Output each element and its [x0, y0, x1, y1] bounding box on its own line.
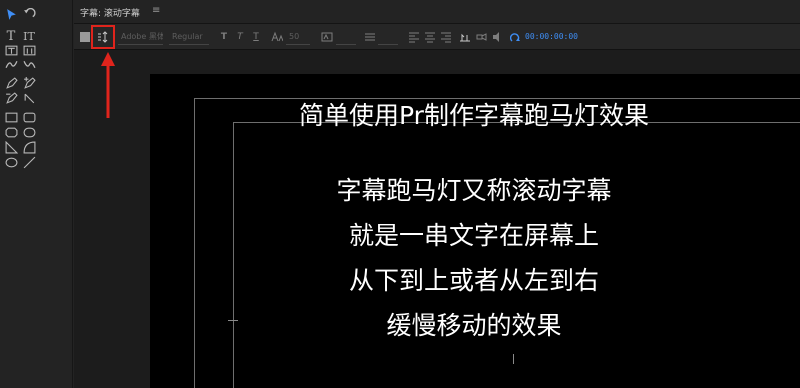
- font-size-icon: [270, 30, 284, 44]
- font-style-select[interactable]: Regular: [169, 29, 209, 45]
- arc-tool-icon[interactable]: [22, 140, 36, 154]
- vertical-type-tool-icon[interactable]: IT: [22, 29, 36, 43]
- font-size-field[interactable]: 50: [286, 29, 310, 45]
- background-timecode[interactable]: 00:00:00:00: [525, 32, 578, 41]
- font-family-select[interactable]: Adobe 黑体 Std: [118, 29, 163, 45]
- rounded-rectangle-tool-icon[interactable]: [22, 110, 36, 124]
- title-panel: 字幕: 滚动字幕 ≡ Adobe 黑体 Std Regular T T T 50: [74, 0, 800, 388]
- tab-stops-icon[interactable]: [458, 30, 472, 44]
- title-canvas: 简单使用Pr制作字幕跑马灯效果 字幕跑马灯又称滚动字幕 就是一串文字在屏幕上 从…: [74, 51, 800, 388]
- path-type-tool-icon[interactable]: [4, 57, 18, 71]
- caption-line-blank: [214, 146, 734, 161]
- bold-button[interactable]: T: [219, 30, 229, 44]
- title-properties-icon[interactable]: [80, 32, 90, 42]
- selection-tool-icon[interactable]: [4, 7, 18, 21]
- convert-anchor-tool-icon[interactable]: [22, 91, 36, 105]
- vertical-path-type-tool-icon[interactable]: [22, 57, 36, 71]
- kerning-icon[interactable]: [320, 30, 334, 44]
- kerning-field[interactable]: [336, 29, 356, 45]
- type-tool-icon[interactable]: T: [4, 29, 18, 44]
- rotation-tool-icon[interactable]: [22, 7, 36, 21]
- caption-line-3: 从下到上或者从左到右: [348, 266, 599, 295]
- italic-button[interactable]: T: [235, 30, 245, 44]
- title-toolbar: Adobe 黑体 Std Regular T T T 50: [74, 24, 800, 50]
- annotation-arrow-icon: [101, 52, 115, 118]
- show-background-video-icon[interactable]: [476, 30, 488, 44]
- area-type-tool-icon[interactable]: [4, 43, 18, 57]
- clipped-rectangle-tool-icon[interactable]: [4, 125, 18, 139]
- underline-button[interactable]: T: [251, 30, 261, 44]
- vertical-area-type-tool-icon[interactable]: [22, 43, 36, 57]
- align-left-icon[interactable]: [408, 30, 420, 44]
- wedge-tool-icon[interactable]: [4, 140, 18, 154]
- leading-field[interactable]: [378, 29, 398, 45]
- caption-line-title: 简单使用Pr制作字幕跑马灯效果: [299, 101, 649, 130]
- line-tool-icon[interactable]: [22, 155, 36, 169]
- pen-tool-icon[interactable]: [4, 76, 18, 90]
- panel-tab-title[interactable]: 字幕: 滚动字幕: [80, 6, 140, 19]
- caption-line-2: 就是一串文字在屏幕上: [348, 221, 599, 250]
- panel-tab-bar: 字幕: 滚动字幕 ≡: [74, 0, 800, 24]
- rounded-corner-rectangle-tool-icon[interactable]: [22, 125, 36, 139]
- caption-line-4: 缓慢移动的效果: [386, 311, 562, 340]
- rectangle-tool-icon[interactable]: [4, 110, 18, 124]
- add-anchor-tool-icon[interactable]: [22, 76, 36, 90]
- leading-icon[interactable]: [364, 30, 376, 44]
- delete-anchor-tool-icon[interactable]: [4, 91, 18, 105]
- panel-menu-icon[interactable]: ≡: [152, 5, 160, 16]
- roll-text-block[interactable]: 简单使用Pr制作字幕跑马灯效果 字幕跑马灯又称滚动字幕 就是一串文字在屏幕上 从…: [214, 101, 734, 356]
- ellipse-tool-icon[interactable]: [4, 155, 18, 169]
- volume-icon[interactable]: [492, 30, 504, 44]
- annotation-highlight-box: [91, 25, 115, 49]
- align-center-icon[interactable]: [424, 30, 436, 44]
- align-right-icon[interactable]: [440, 30, 452, 44]
- title-tools-panel: T IT: [0, 0, 73, 388]
- timecode-sync-icon[interactable]: [510, 30, 522, 44]
- caption-line-1: 字幕跑马灯又称滚动字幕: [336, 176, 612, 205]
